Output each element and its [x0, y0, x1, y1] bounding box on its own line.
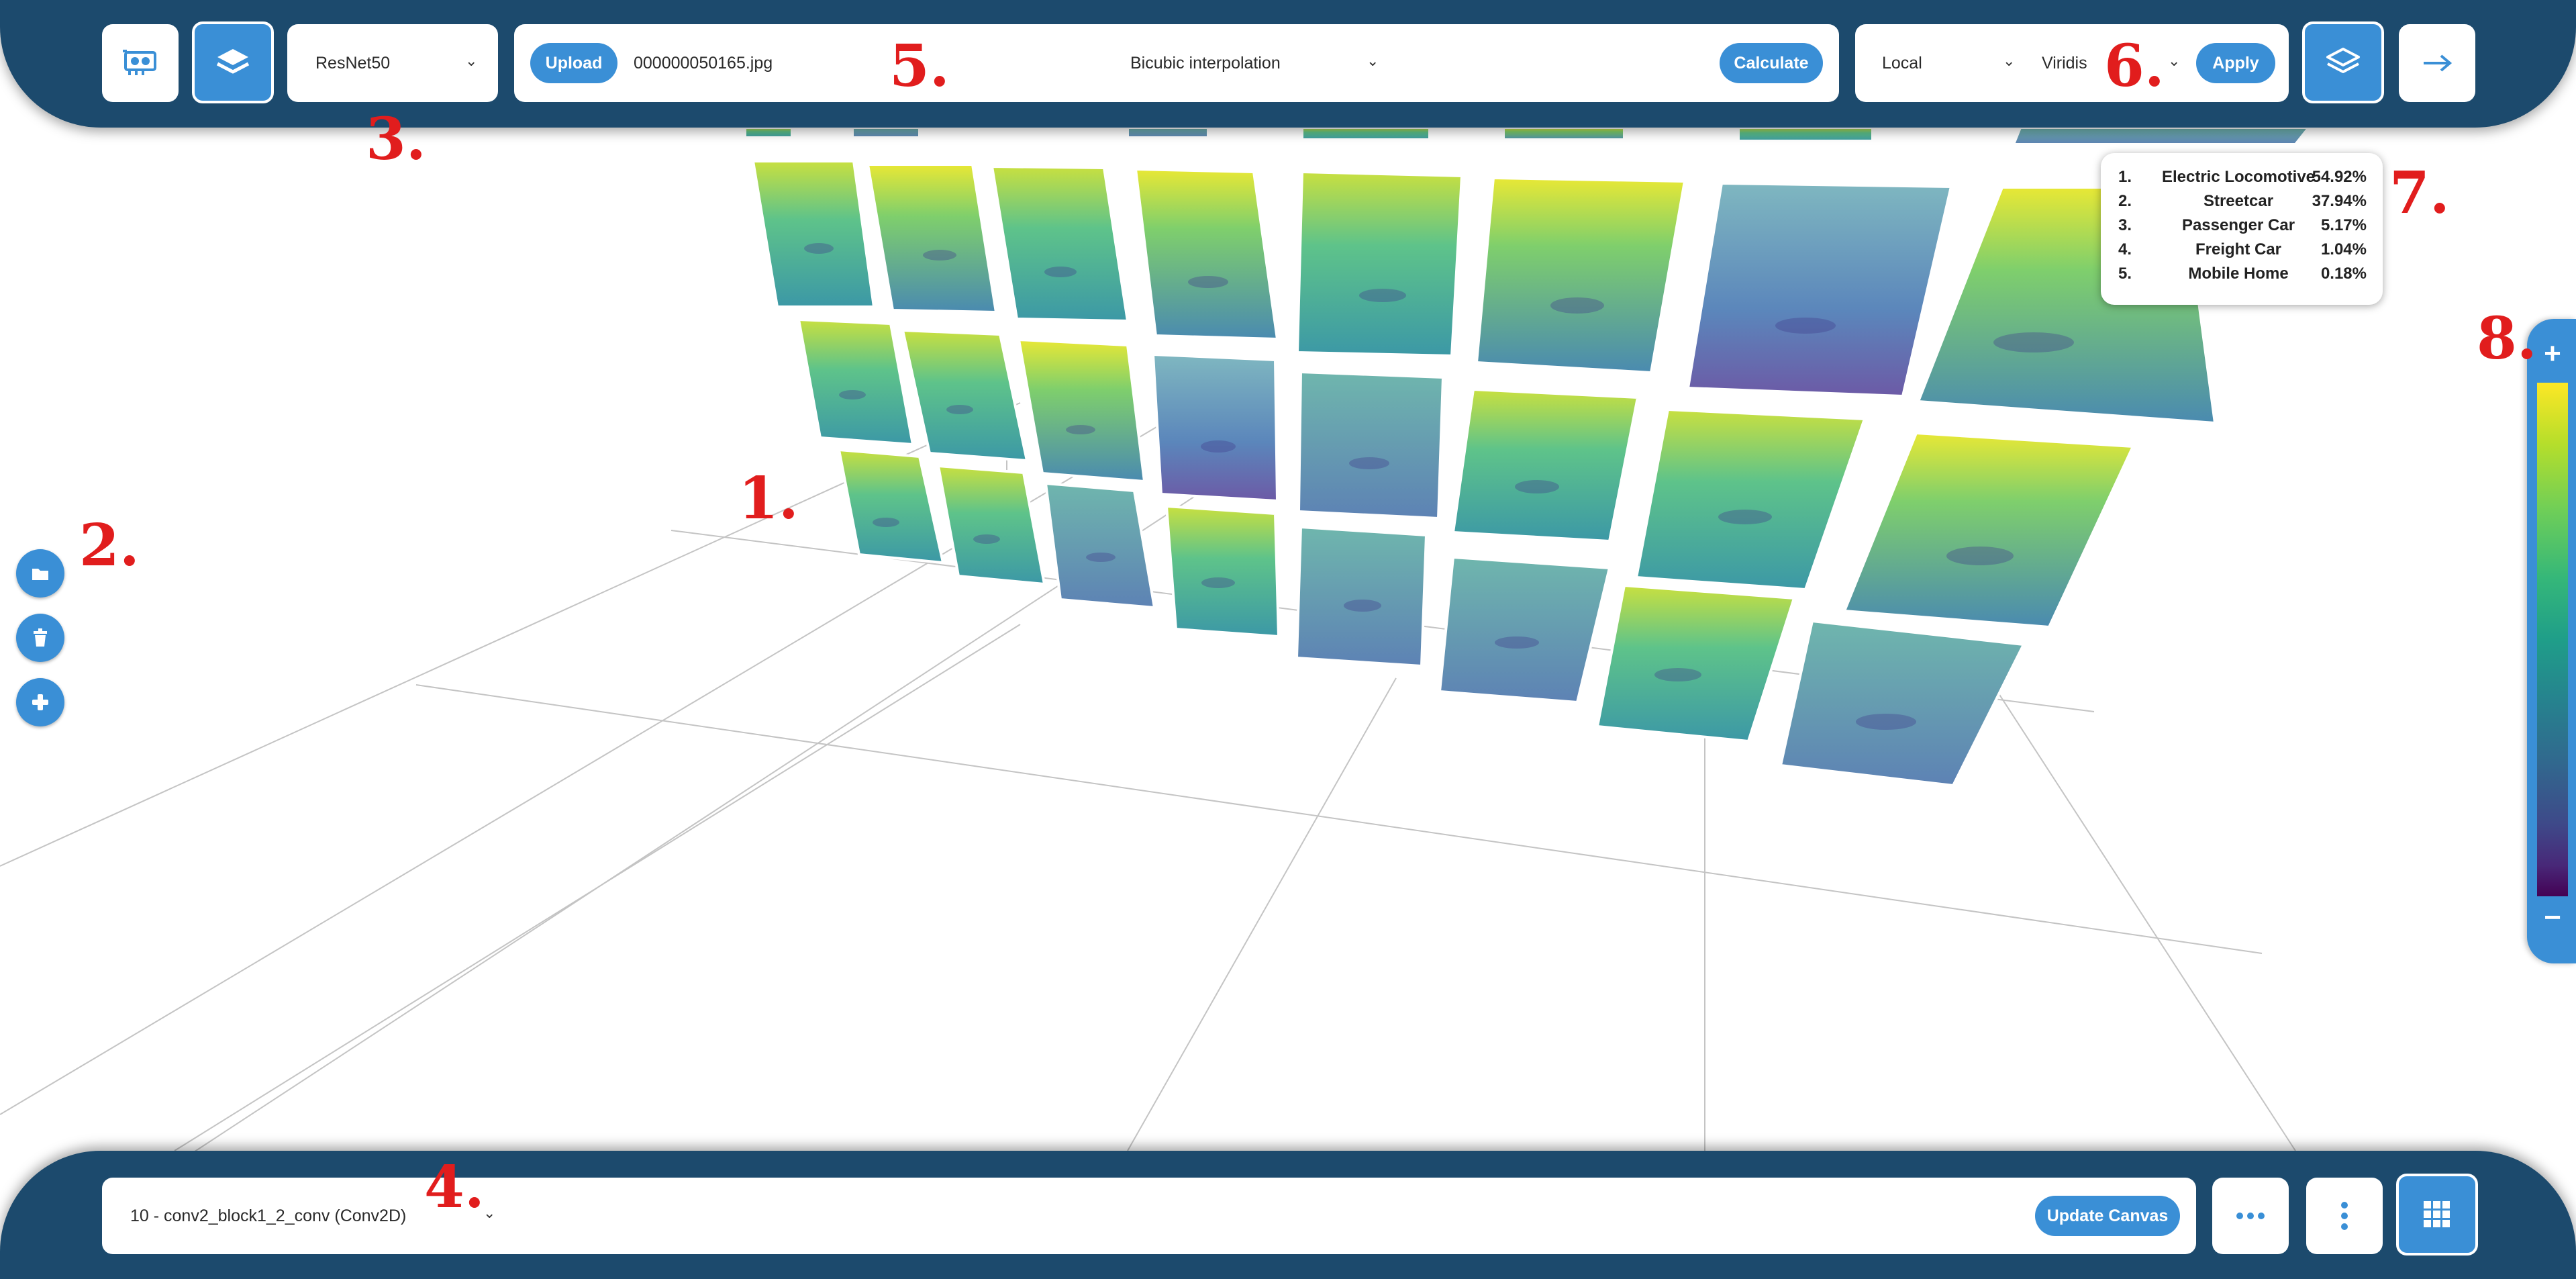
prediction-row: 5. Mobile Home 0.18% — [2101, 262, 2383, 286]
prediction-row: 4. Freight Car 1.04% — [2101, 238, 2383, 262]
prediction-prob: 54.92% — [2312, 168, 2367, 186]
annotation-6: 6. — [2104, 32, 2165, 100]
arrow-right-icon — [2424, 54, 2453, 72]
layers-button[interactable] — [192, 21, 274, 103]
prediction-class: Electric Locomotive — [2161, 168, 2316, 186]
scope-select[interactable]: Local ⌄ — [1869, 38, 2016, 89]
annotation-2: 2. — [79, 512, 140, 579]
chevron-down-icon: ⌄ — [2168, 52, 2181, 69]
chevron-down-icon: ⌄ — [483, 1204, 496, 1221]
update-canvas-button[interactable]: Update Canvas — [2035, 1196, 2180, 1236]
more-horizontal-button[interactable] — [2212, 1178, 2289, 1254]
grid-view-button[interactable] — [2396, 1174, 2478, 1256]
layer-select-value: 10 - conv2_block1_2_conv (Conv2D) — [130, 1206, 407, 1225]
image-panel: Upload 000000050165.jpg Bicubic interpol… — [514, 24, 1839, 102]
annotation-5: 5. — [889, 32, 950, 100]
grid-icon — [2424, 1201, 2450, 1227]
scope-select-value: Local — [1882, 53, 1922, 73]
model-select-value: ResNet50 — [315, 53, 391, 73]
layer-panel: 10 - conv2_block1_2_conv (Conv2D) ⌄ Upda… — [102, 1178, 2196, 1254]
annotation-8: 8. — [2477, 305, 2537, 373]
interpolation-select-value: Bicubic interpolation — [1130, 53, 1281, 73]
prediction-rank: 4. — [2118, 240, 2132, 258]
chevron-down-icon: ⌄ — [465, 52, 478, 69]
predictions-panel: 1. Electric Locomotive 54.92% 2. Streetc… — [2101, 153, 2383, 305]
layers-icon — [216, 49, 250, 74]
visualization-panel: Local ⌄ Viridis ⌄ Apply — [1855, 24, 2289, 102]
prediction-class: Streetcar — [2203, 192, 2274, 210]
zoom-in-button[interactable]: + — [2537, 337, 2568, 371]
chevron-down-icon: ⌄ — [1367, 52, 1379, 69]
feature-map-wall — [744, 126, 2312, 788]
prediction-class: Passenger Car — [2181, 216, 2295, 234]
upload-button[interactable]: Upload — [530, 43, 617, 83]
apply-button[interactable]: Apply — [2196, 43, 2275, 83]
gpu-button[interactable] — [102, 24, 179, 102]
prediction-rank: 1. — [2118, 168, 2132, 186]
prediction-prob: 0.18% — [2320, 265, 2367, 283]
prediction-class: Mobile Home — [2188, 265, 2289, 283]
prediction-class: Freight Car — [2195, 240, 2281, 258]
more-vertical-button[interactable] — [2306, 1178, 2383, 1254]
layers-icon — [2326, 48, 2360, 73]
model-select[interactable]: ResNet50 ⌄ — [287, 24, 498, 102]
prediction-rank: 5. — [2118, 265, 2132, 283]
zoom-out-button[interactable]: − — [2537, 901, 2568, 935]
prediction-row: 1. Electric Locomotive 54.92% — [2101, 165, 2383, 189]
annotation-3: 3. — [366, 105, 426, 173]
annotation-1: 1. — [738, 465, 799, 532]
prediction-prob: 5.17% — [2320, 216, 2367, 234]
prediction-prob: 1.04% — [2320, 240, 2367, 258]
annotation-7: 7. — [2389, 159, 2450, 227]
interpolation-select[interactable]: Bicubic interpolation ⌄ — [1125, 38, 1393, 89]
annotation-4: 4. — [424, 1153, 485, 1221]
layer-stack-button[interactable] — [2302, 21, 2384, 103]
filename-label: 000000050165.jpg — [634, 53, 773, 73]
more-vertical-icon — [2341, 1202, 2348, 1230]
next-button[interactable] — [2399, 24, 2475, 102]
prediction-rank: 2. — [2118, 192, 2132, 210]
more-horizontal-icon — [2236, 1213, 2265, 1219]
layer-select[interactable]: 10 - conv2_block1_2_conv (Conv2D) ⌄ — [115, 1190, 612, 1242]
chevron-down-icon: ⌄ — [2003, 52, 2016, 69]
colorbar-gradient — [2537, 383, 2568, 896]
bottom-toolbar: 10 - conv2_block1_2_conv (Conv2D) ⌄ Upda… — [0, 1151, 2576, 1279]
colormap-select-value: Viridis — [2042, 53, 2087, 73]
prediction-prob: 37.94% — [2312, 192, 2367, 210]
prediction-row: 2. Streetcar 37.94% — [2101, 189, 2383, 214]
calculate-button[interactable]: Calculate — [1720, 43, 1823, 83]
prediction-row: 3. Passenger Car 5.17% — [2101, 214, 2383, 238]
prediction-rank: 3. — [2118, 216, 2132, 234]
gpu-icon — [123, 50, 156, 75]
